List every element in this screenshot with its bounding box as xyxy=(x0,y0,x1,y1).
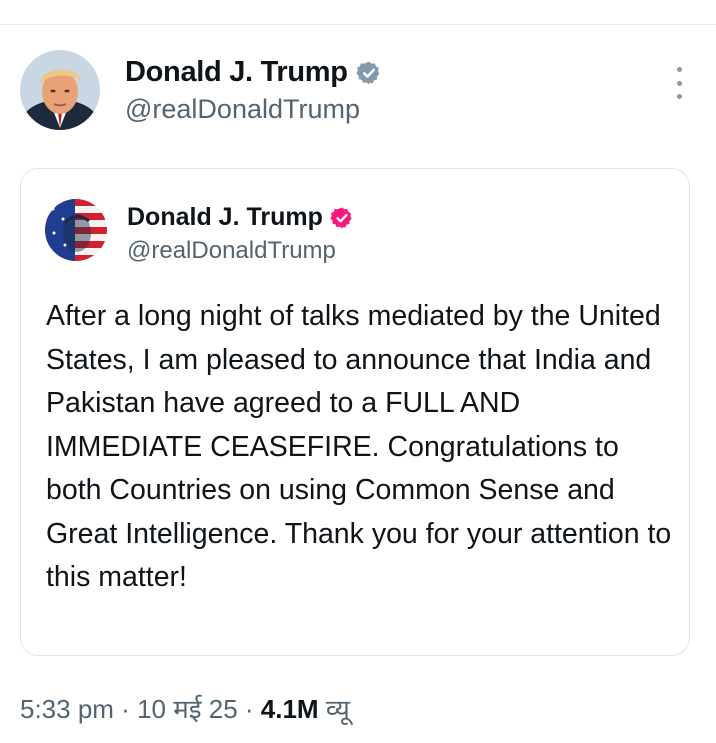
views-count: 4.1M xyxy=(260,694,319,724)
verified-badge-icon xyxy=(330,206,354,230)
meta-separator: · xyxy=(113,694,138,724)
tweet-meta: 5:33 pm · 10 मई 25 · 4.1M व्यू xyxy=(20,690,350,726)
top-divider xyxy=(0,24,716,25)
post-date[interactable]: 10 मई 25 xyxy=(137,694,238,724)
author-name-row: Donald J. Trump xyxy=(125,56,382,89)
author-avatar[interactable] xyxy=(20,50,100,130)
tweet-header: Donald J. Trump @realDonaldTrump xyxy=(20,50,696,130)
quoted-post-text: After a long night of talks mediated by … xyxy=(46,300,672,593)
author-handle[interactable]: @realDonaldTrump xyxy=(125,94,360,125)
more-vertical-icon[interactable] xyxy=(674,67,684,99)
author-name[interactable]: Donald J. Trump xyxy=(125,56,348,89)
verified-badge-icon xyxy=(356,60,382,86)
views-label: व्यू xyxy=(325,694,350,724)
quoted-author-avatar[interactable] xyxy=(45,199,107,261)
quoted-author-handle[interactable]: @realDonaldTrump xyxy=(127,237,336,265)
quoted-author-name-row: Donald J. Trump xyxy=(127,203,354,232)
post-time[interactable]: 5:33 pm xyxy=(20,694,114,724)
quoted-post-card[interactable]: Donald J. Trump @realDonaldTrump After a… xyxy=(20,168,690,656)
quoted-author-name[interactable]: Donald J. Trump xyxy=(127,203,323,232)
meta-separator: · xyxy=(237,694,261,724)
